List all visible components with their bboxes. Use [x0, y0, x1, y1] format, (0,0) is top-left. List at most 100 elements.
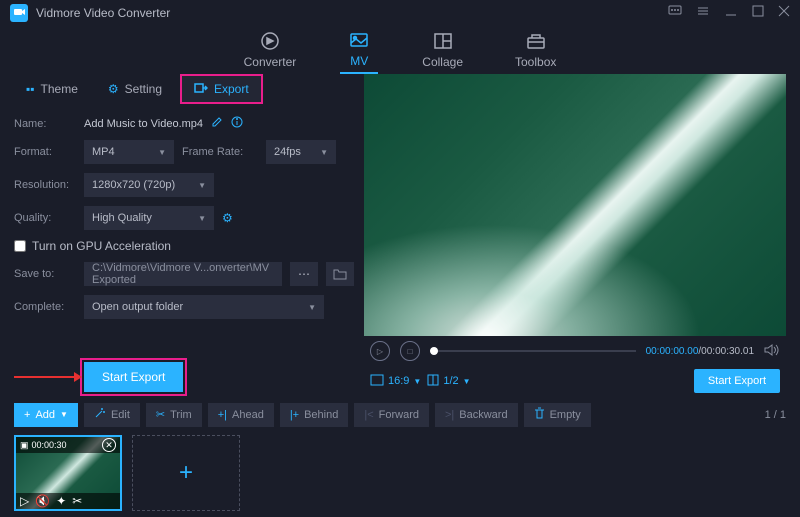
- ratio-value: 16:9: [388, 375, 409, 387]
- export-form: Name: Add Music to Video.mp4 Format: MP4…: [14, 116, 354, 396]
- gpu-checkbox[interactable]: [14, 240, 26, 252]
- comment-icon[interactable]: [668, 4, 682, 21]
- nav-collage[interactable]: Collage: [414, 26, 471, 73]
- backward-button[interactable]: >| Backward: [435, 403, 518, 427]
- row-saveto: Save to: C:\Vidmore\Vidmore V...onverter…: [14, 262, 354, 286]
- thumb-footer: ▷ 🔇 ✦ ✂: [16, 493, 120, 509]
- play-icon[interactable]: ▷: [20, 494, 29, 508]
- tab-setting[interactable]: ⚙ Setting: [96, 74, 174, 104]
- btn-label: Forward: [379, 409, 419, 421]
- plus-icon: +: [24, 409, 30, 421]
- format-select[interactable]: MP4 ▼: [84, 140, 174, 164]
- select-value: MP4: [92, 146, 115, 158]
- main-nav: Converter MV Collage Toolbox: [0, 25, 800, 74]
- tab-label: Theme: [41, 82, 78, 96]
- tab-export[interactable]: Export: [180, 74, 263, 104]
- stop-button[interactable]: □: [400, 341, 420, 361]
- ahead-button[interactable]: +| Ahead: [208, 403, 274, 427]
- open-folder-button[interactable]: [326, 262, 354, 286]
- app-window: Vidmore Video Converter Converter MV Col…: [0, 0, 800, 517]
- menu-icon[interactable]: [696, 4, 710, 21]
- progress-handle[interactable]: [430, 347, 438, 355]
- remove-clip-icon[interactable]: ✕: [102, 438, 116, 452]
- start-export-main-button[interactable]: Start Export: [694, 369, 780, 393]
- forward-icon: |<: [364, 409, 373, 421]
- resolution-select[interactable]: 1280x720 (720p)▼: [84, 173, 214, 197]
- tab-label: Export: [214, 82, 249, 96]
- add-clip-slot[interactable]: +: [132, 435, 240, 511]
- play-button[interactable]: ▷: [370, 341, 390, 361]
- info-icon[interactable]: [231, 116, 243, 131]
- chevron-down-icon: ▼: [320, 148, 328, 157]
- preview-foam: [364, 179, 786, 336]
- btn-label: Empty: [550, 409, 581, 421]
- tab-theme[interactable]: ▪▪ Theme: [14, 74, 90, 104]
- select-value: 24fps: [274, 146, 301, 158]
- nav-mv[interactable]: MV: [340, 25, 378, 74]
- framerate-select[interactable]: 24fps ▼: [266, 140, 336, 164]
- start-export-button[interactable]: Start Export: [84, 362, 183, 392]
- chevron-down-icon: ▼: [463, 377, 471, 386]
- forward-button[interactable]: |< Forward: [354, 403, 429, 427]
- behind-button[interactable]: |+ Behind: [280, 403, 349, 427]
- quality-select[interactable]: High Quality▼: [84, 206, 214, 230]
- settings-gear-icon[interactable]: ⚙: [222, 211, 233, 225]
- edit-icon[interactable]: [211, 116, 223, 131]
- panel-tabs: ▪▪ Theme ⚙ Setting Export: [14, 74, 354, 104]
- window-controls: [668, 4, 790, 21]
- toolbox-icon: [525, 30, 547, 52]
- page-indicator[interactable]: 1/2 ▼: [427, 374, 470, 389]
- titlebar-left: Vidmore Video Converter: [10, 4, 170, 22]
- mute-icon[interactable]: 🔇: [35, 494, 50, 508]
- plus-icon: +: [179, 459, 193, 487]
- app-title: Vidmore Video Converter: [36, 6, 170, 20]
- volume-icon[interactable]: [764, 343, 780, 360]
- row-resolution: Resolution: 1280x720 (720p)▼: [14, 173, 354, 197]
- player-controls: ▷ □ 00:00:00.00/00:00:30.01: [364, 336, 786, 366]
- nav-label: Collage: [422, 55, 463, 69]
- theme-icon: ▪▪: [26, 82, 35, 96]
- select-value: High Quality: [92, 212, 152, 224]
- backward-icon: >|: [445, 409, 454, 421]
- btn-label: Edit: [111, 409, 130, 421]
- film-icon: ▣: [20, 440, 29, 451]
- chevron-down-icon: ▼: [308, 303, 316, 312]
- annotation-arrow: [14, 376, 74, 378]
- time-display: 00:00:00.00/00:00:30.01: [646, 346, 754, 357]
- minimize-icon[interactable]: [724, 4, 738, 21]
- aspect-ratio-select[interactable]: 16:9 ▼: [370, 374, 421, 389]
- clip-thumbnail[interactable]: ▣ 00:00:30 ✕ ▷ 🔇 ✦ ✂: [14, 435, 122, 511]
- nav-toolbox[interactable]: Toolbox: [507, 26, 564, 73]
- current-time: 00:00:00.00: [646, 346, 699, 357]
- thumb-header: ▣ 00:00:30 ✕: [16, 437, 120, 453]
- empty-button[interactable]: Empty: [524, 403, 591, 427]
- row-gpu: Turn on GPU Acceleration: [14, 239, 354, 253]
- complete-select[interactable]: Open output folder ▼: [84, 295, 324, 319]
- export-icon: [194, 81, 208, 98]
- add-button[interactable]: + Add ▼: [14, 403, 78, 427]
- cut-icon[interactable]: ✂: [72, 494, 82, 508]
- progress-track[interactable]: [430, 350, 636, 352]
- behind-icon: |+: [290, 409, 299, 421]
- maximize-icon[interactable]: [752, 5, 764, 20]
- nav-label: Converter: [244, 55, 297, 69]
- chevron-down-icon: ▼: [158, 148, 166, 157]
- select-value: Open output folder: [92, 301, 183, 313]
- effect-icon[interactable]: ✦: [56, 494, 66, 508]
- total-time: 00:00:30.01: [701, 346, 754, 357]
- name-label: Name:: [14, 118, 76, 130]
- collage-icon: [432, 30, 454, 52]
- complete-label: Complete:: [14, 301, 76, 313]
- video-preview[interactable]: [364, 74, 786, 336]
- btn-label: Add: [35, 409, 55, 421]
- format-label: Format:: [14, 146, 76, 158]
- browse-button[interactable]: ⋯: [290, 262, 318, 286]
- ratio-icon: [370, 374, 384, 389]
- saveto-path: C:\Vidmore\Vidmore V...onverter\MV Expor…: [84, 262, 282, 286]
- btn-label: Behind: [304, 409, 338, 421]
- resolution-label: Resolution:: [14, 179, 76, 191]
- trim-button[interactable]: ✂ Trim: [146, 403, 202, 427]
- close-icon[interactable]: [778, 5, 790, 20]
- nav-converter[interactable]: Converter: [236, 26, 305, 73]
- edit-button[interactable]: Edit: [84, 403, 140, 427]
